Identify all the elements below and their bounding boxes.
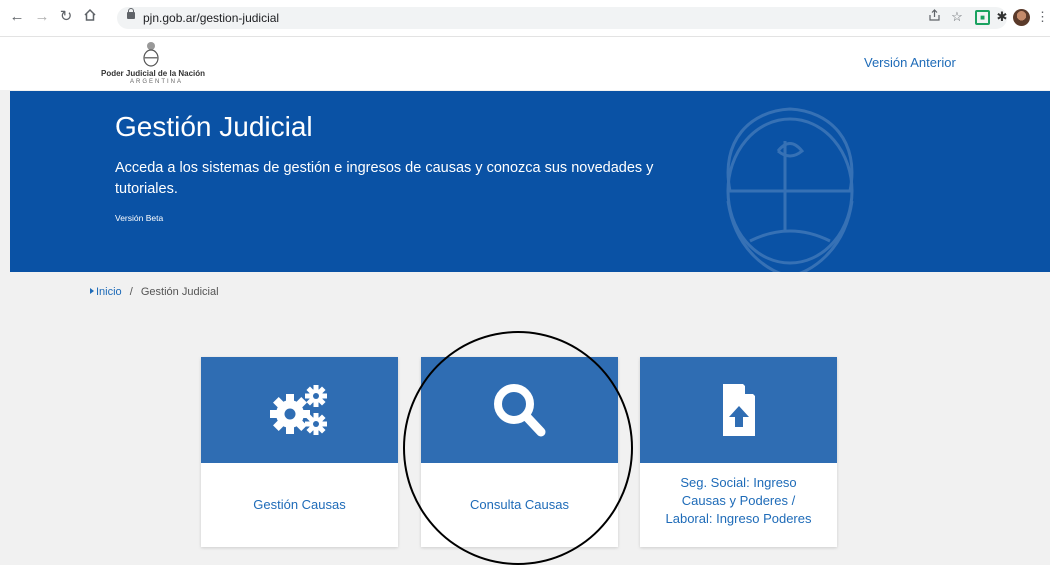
card-gestion-causas[interactable]: Gestión Causas <box>201 357 398 547</box>
card-label: Consulta Causas <box>470 497 569 512</box>
star-icon[interactable]: ☆ <box>949 9 965 25</box>
breadcrumb-current: Gestión Judicial <box>140 286 219 298</box>
card-label-line: Seg. Social: Ingreso <box>680 475 797 490</box>
card-label-line: Laboral: Ingreso Poderes <box>665 511 812 526</box>
card-consulta-causas[interactable]: Consulta Causas <box>421 357 618 547</box>
url-text: pjn.gob.ar/gestion-judicial <box>143 11 280 25</box>
browser-toolbar: ← → ↻ pjn.gob.ar/gestion-judicial ☆ ■ ✱ … <box>0 0 1050 37</box>
card-header <box>201 357 398 463</box>
gears-icon <box>269 385 327 435</box>
hero-description: Acceda a los sistemas de gestión e ingre… <box>115 160 654 197</box>
puzzle-icon[interactable]: ✱ <box>994 9 1010 25</box>
menu-icon[interactable]: ⋮ <box>1036 9 1049 25</box>
breadcrumb: Inicio / Gestión Judicial <box>90 286 219 298</box>
card-label: Seg. Social: Ingreso Causas y Poderes / … <box>640 474 837 528</box>
forward-icon[interactable]: → <box>33 8 51 26</box>
share-icon[interactable] <box>926 9 942 25</box>
previous-version-link[interactable]: Versión Anterior <box>864 55 956 70</box>
caret-right-icon <box>90 288 94 294</box>
home-icon[interactable] <box>81 8 99 26</box>
card-label: Gestión Causas <box>253 497 346 512</box>
page-title: Gestión Judicial <box>115 111 313 142</box>
hero-banner: Gestión Judicial Acceda a los sistemas d… <box>10 91 1050 272</box>
coat-of-arms-watermark-icon <box>726 107 854 272</box>
profile-avatar[interactable] <box>1013 9 1030 26</box>
extension-icon[interactable]: ■ <box>975 10 990 25</box>
breadcrumb-home-link[interactable]: Inicio <box>96 286 122 298</box>
logo-title: Poder Judicial de la Nación <box>101 69 206 78</box>
breadcrumb-separator: / <box>129 286 133 298</box>
card-header <box>640 357 837 463</box>
lock-icon <box>127 8 135 19</box>
reload-icon[interactable]: ↻ <box>57 8 75 26</box>
coat-of-arms-icon <box>143 42 159 67</box>
back-icon[interactable]: ← <box>8 8 26 26</box>
file-upload-icon <box>722 384 755 436</box>
card-header <box>421 357 618 463</box>
card-label-line: Causas y Poderes / <box>681 493 796 508</box>
address-bar[interactable]: pjn.gob.ar/gestion-judicial <box>117 7 1007 29</box>
card-seg-social[interactable]: Seg. Social: Ingreso Causas y Poderes / … <box>640 357 837 547</box>
search-icon <box>493 384 545 437</box>
beta-label: Versión Beta <box>115 213 164 223</box>
logo-subtitle: ARGENTINA <box>130 79 184 85</box>
site-header: Poder Judicial de la Nación ARGENTINA Ve… <box>0 37 1050 90</box>
